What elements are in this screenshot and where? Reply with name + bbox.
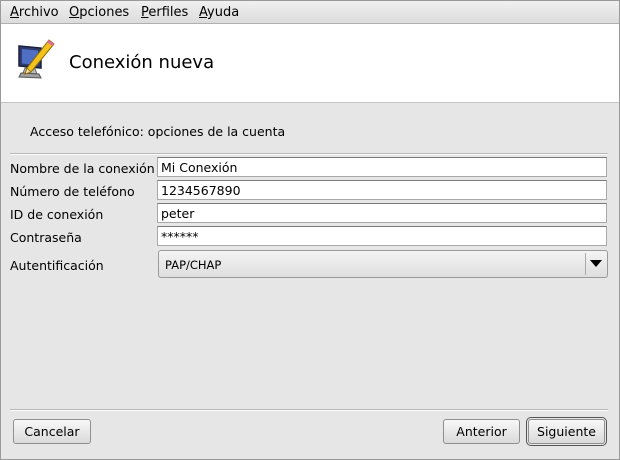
connection-name-input[interactable] xyxy=(157,157,607,177)
password-label: Contraseña xyxy=(10,230,82,245)
menu-ayuda[interactable]: Ayuda xyxy=(199,5,239,20)
login-id-input[interactable] xyxy=(157,203,607,223)
connection-name-label: Nombre de la conexión xyxy=(10,161,155,176)
back-button[interactable]: Anterior xyxy=(443,419,520,444)
section-heading: Acceso telefónico: opciones de la cuenta xyxy=(30,124,286,139)
page-title: Conexión nueva xyxy=(69,52,215,73)
menu-opciones[interactable]: Opciones xyxy=(69,5,129,20)
menu-archivo[interactable]: Archivo xyxy=(10,5,59,20)
phone-number-input[interactable] xyxy=(157,180,607,200)
authentication-selected-value: PAP/CHAP xyxy=(165,258,222,272)
phone-number-label: Número de teléfono xyxy=(10,184,135,199)
wizard-header: Conexión nueva xyxy=(1,24,619,103)
section-divider xyxy=(10,153,608,155)
monitor-pencil-icon xyxy=(13,38,55,88)
password-input[interactable] xyxy=(157,226,607,246)
cancel-button[interactable]: Cancelar xyxy=(13,419,91,444)
next-button[interactable]: Siguiente xyxy=(526,417,607,446)
login-id-label: ID de conexión xyxy=(10,207,104,222)
authentication-select[interactable]: PAP/CHAP xyxy=(158,250,608,278)
menubar: Archivo Opciones Perfiles Ayuda xyxy=(1,1,619,24)
authentication-label: Autentificación xyxy=(10,258,104,273)
menu-perfiles[interactable]: Perfiles xyxy=(141,5,188,20)
dropdown-button[interactable] xyxy=(585,253,605,275)
footer-divider xyxy=(10,409,608,411)
